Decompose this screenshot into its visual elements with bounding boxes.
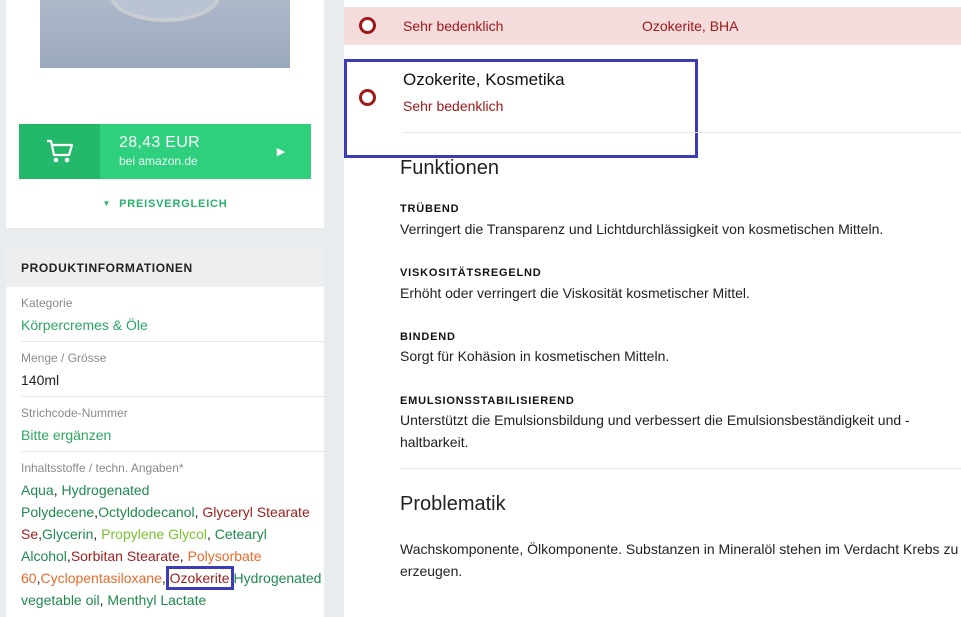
price-compare-link[interactable]: ▼ PREISVERGLEICH: [6, 198, 324, 210]
buy-amazon-button[interactable]: 28,43 EUR bei amazon.de ▶: [19, 124, 311, 179]
price-source: bei amazon.de: [119, 154, 198, 168]
ingredient-link[interactable]: Sorbitan Stearate: [71, 548, 180, 564]
amount-row: Menge / Grösse 140ml: [21, 342, 324, 397]
ingredient-link[interactable]: Cyclopentasiloxane: [40, 570, 161, 586]
divider: [403, 132, 961, 133]
risk-circle-icon: [359, 17, 376, 34]
problem-text: Wachskomponente, Ölkomponente. Substanze…: [400, 541, 959, 579]
product-image: [40, 0, 290, 68]
ingredient-separator: ,: [93, 526, 102, 542]
function-desc: Unterstützt die Emulsionsbildung und ver…: [400, 412, 910, 450]
highlight-box: [344, 59, 698, 158]
barcode-row: Strichcode-Nummer Bitte ergänzen: [21, 397, 324, 452]
risk-summary-row[interactable]: Sehr bedenklich Ozokerite, BHA: [344, 7, 961, 45]
ingredient-separator: ,: [179, 548, 188, 564]
functions-title: Funktionen: [400, 157, 499, 179]
triangle-down-icon: ▼: [102, 199, 112, 208]
function-label: BINDEND: [400, 331, 456, 343]
ingredients-list: Aqua, Hydrogenated Polydecene,Octyldodec…: [21, 479, 324, 611]
ingredient-link[interactable]: Ozokerite: [165, 566, 234, 590]
function-desc: Sorgt für Kohäsion in kosmetischen Mitte…: [400, 348, 670, 364]
price: 28,43 EUR: [119, 134, 200, 151]
category-row: Kategorie Körpercremes & Öle: [21, 287, 324, 342]
ingredient-separator: ,: [161, 570, 170, 586]
risk-ingredients: Ozokerite, BHA: [642, 18, 739, 34]
problem-title: Problematik: [400, 493, 506, 515]
ingredient-detail-panel: Sehr bedenklich Ozokerite, BHA Ozokerite…: [344, 0, 961, 617]
ingredient-separator: ,: [206, 526, 215, 542]
ingredient-link[interactable]: Aqua: [21, 482, 54, 498]
play-arrow-icon: ▶: [276, 146, 286, 158]
divider: [400, 468, 961, 469]
ingredient-link[interactable]: Glycerin: [42, 526, 93, 542]
risk-level: Sehr bedenklich: [403, 18, 504, 34]
function-label: EMULSIONSSTABILISIEREND: [400, 395, 575, 407]
cart-icon: [19, 124, 100, 179]
barcode-add-link[interactable]: Bitte ergänzen: [21, 427, 324, 443]
product-info-header: PRODUKTINFORMATIONEN: [6, 247, 324, 287]
product-info-panel: PRODUKTINFORMATIONEN Kategorie Körpercre…: [6, 247, 324, 617]
ingredient-link[interactable]: Propylene Glycol: [101, 526, 207, 542]
product-card: 28,43 EUR bei amazon.de ▶ ▼ PREISVERGLEIC…: [6, 0, 324, 228]
function-desc: Verringert die Transparenz und Lichtdurc…: [400, 221, 884, 237]
ingredient-link[interactable]: Menthyl Lactate: [107, 592, 206, 608]
function-desc: Erhöht oder verringert die Viskosität ko…: [400, 285, 750, 301]
function-label: TRÜBEND: [400, 203, 460, 215]
ingredient-link[interactable]: Octyldodecanol: [98, 504, 195, 520]
amount-value: 140ml: [21, 372, 60, 388]
function-label: VISKOSITÄTSREGELND: [400, 267, 542, 279]
ingredients-row: Inhaltsstoffe / techn. Angaben* Aqua, Hy…: [21, 452, 324, 617]
category-link[interactable]: Körpercremes & Öle: [21, 317, 324, 333]
